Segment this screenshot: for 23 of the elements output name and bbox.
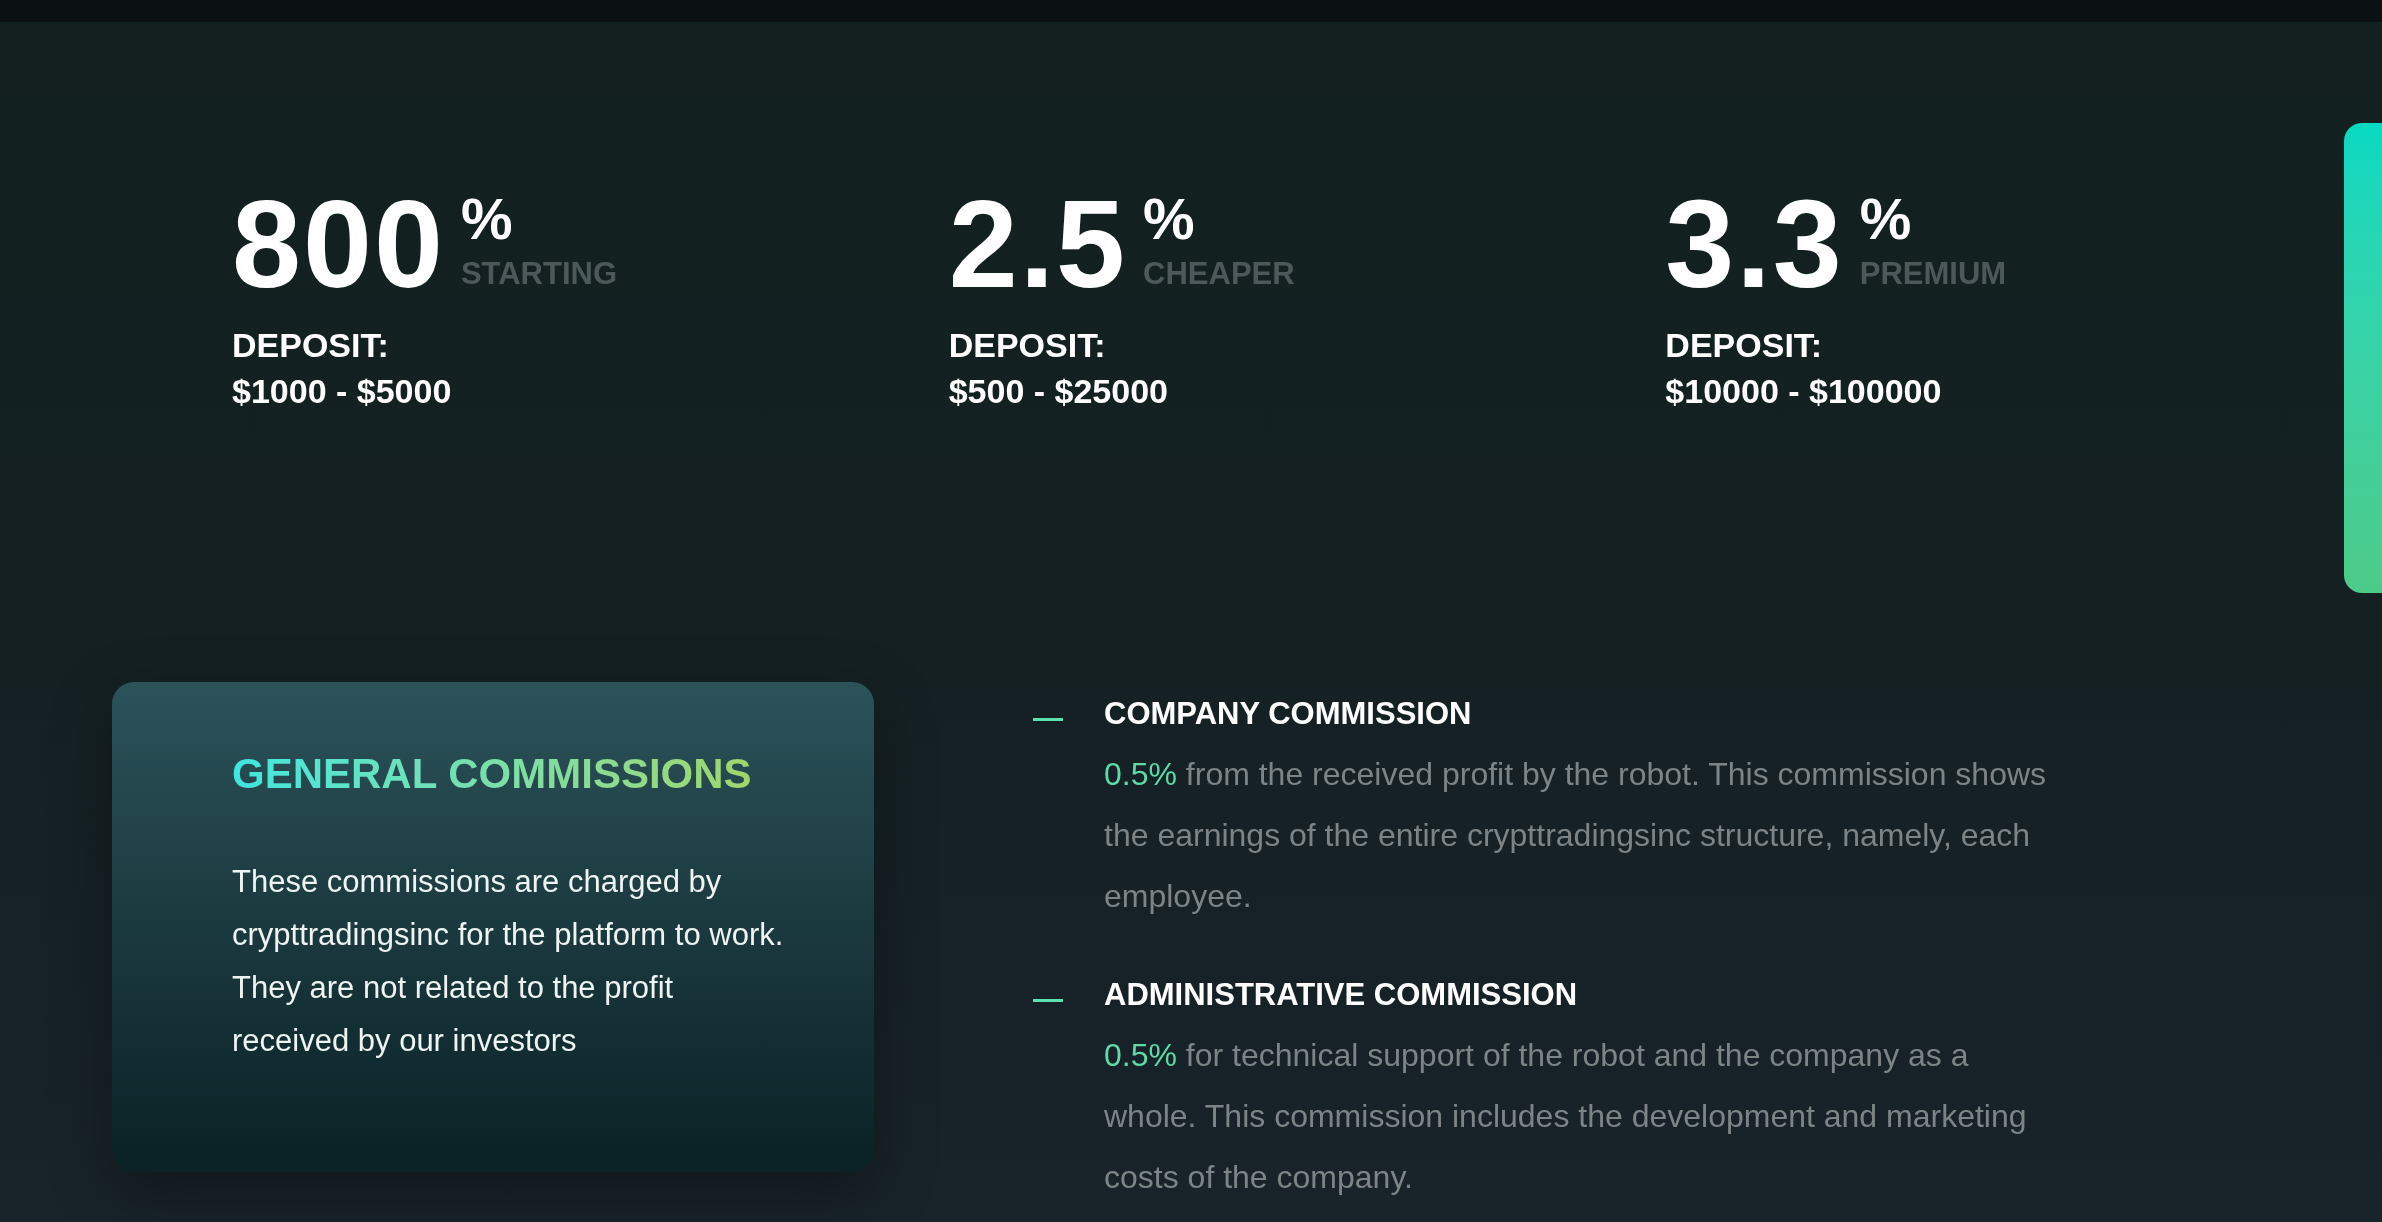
percent-sign: %: [1859, 190, 1913, 248]
deposit-label: DEPOSIT:: [232, 325, 390, 366]
side-tab[interactable]: [2344, 123, 2382, 593]
percent-sign: %: [460, 190, 514, 248]
dash-icon: [1033, 999, 1063, 1002]
stat-label: CHEAPER: [1143, 258, 1295, 289]
dash-icon: [1033, 718, 1063, 721]
deposit-range: $1000 - $5000: [232, 371, 453, 412]
deposit-label: DEPOSIT:: [948, 325, 1107, 366]
stat-label: STARTING: [460, 258, 618, 289]
commission-description: 0.5% for technical support of the robot and the company as a whole. This commission includes the development and marketing costs of the company.: [1104, 1036, 2028, 1197]
commission-title: COMPANY COMMISSION: [1104, 695, 1473, 733]
deposit-label: DEPOSIT:: [1665, 325, 1824, 366]
stat-value: 2.5: [948, 182, 1128, 306]
stat-value: 800: [232, 182, 445, 306]
card-description: These commissions are charged by crypttradingsinc for the platform to work. They are not related to the profit received by our investors: [232, 862, 785, 1060]
percent-sign: %: [1143, 190, 1196, 248]
stat-value: 3.3: [1665, 182, 1844, 306]
commission-title: ADMINISTRATIVE COMMISSION: [1104, 976, 1579, 1014]
deposit-range: $10000 - $100000: [1665, 371, 1943, 412]
deposit-range: $500 - $25000: [948, 371, 1169, 412]
stat-label: PREMIUM: [1859, 258, 2007, 289]
commission-description: 0.5% from the received profit by the robot. This commission shows the earnings of the entire crypttradingsinc structure, namely, each employee.: [1104, 755, 2048, 916]
